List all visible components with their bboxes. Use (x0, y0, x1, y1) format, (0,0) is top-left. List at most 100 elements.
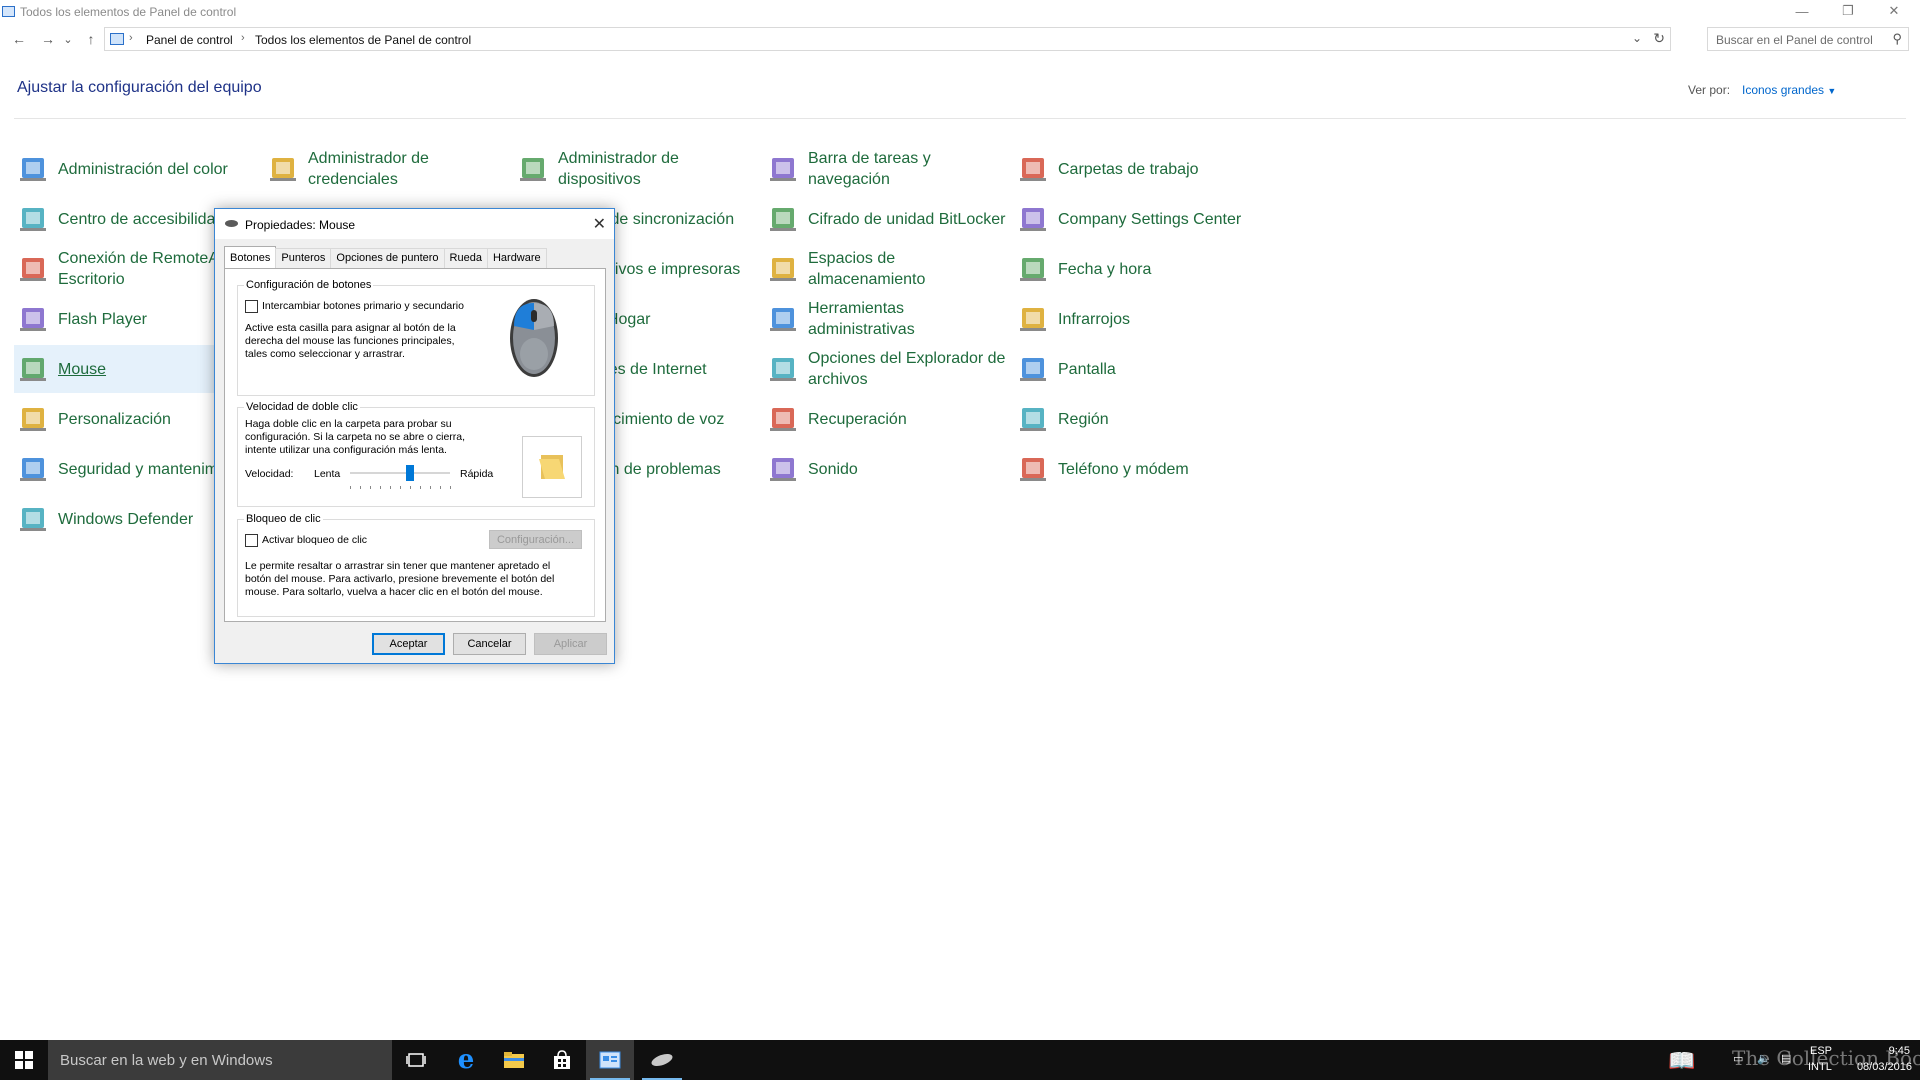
windows-defender-icon[interactable] (18, 503, 50, 535)
view-by-value[interactable]: Iconos grandes (1742, 83, 1824, 97)
credential-manager-icon[interactable] (268, 153, 300, 185)
speed-slider-thumb[interactable] (406, 465, 414, 481)
display-icon[interactable] (1018, 353, 1050, 385)
control-panel-item[interactable]: Pantalla (1014, 345, 1254, 393)
device-manager-icon[interactable] (518, 153, 550, 185)
control-panel-item[interactable]: Recuperación (764, 395, 1004, 443)
click-lock-settings-button[interactable]: Configuración... (489, 530, 582, 549)
breadcrumb-control-panel[interactable]: Panel de control (146, 33, 233, 47)
taskbar-icon[interactable] (768, 153, 800, 185)
folder-icon[interactable] (535, 449, 569, 483)
control-panel-item-label[interactable]: Pantalla (1058, 359, 1258, 380)
tab-pointer-options[interactable]: Opciones de puntero (330, 248, 445, 268)
control-panel-item-label[interactable]: Teléfono y módem (1058, 459, 1258, 480)
clock-date[interactable]: 08/03/2016 (1857, 1061, 1912, 1073)
sound-icon[interactable] (768, 453, 800, 485)
minimize-button[interactable]: — (1780, 0, 1824, 22)
apply-button[interactable]: Aplicar (534, 633, 607, 655)
view-by-dropdown[interactable]: Iconos grandes ▼ (1742, 83, 1836, 97)
control-panel-item-label[interactable]: Sonido (808, 459, 1008, 480)
remoteapp-icon[interactable] (18, 253, 50, 285)
action-center-icon[interactable]: ▭ (1733, 1040, 1757, 1080)
mouse-taskbar-icon[interactable] (638, 1040, 686, 1080)
control-panel-item[interactable]: Región (1014, 395, 1254, 443)
speed-slider-track[interactable] (350, 472, 450, 474)
control-panel-item[interactable]: Sonido (764, 445, 1004, 493)
search-input[interactable]: Buscar en el Panel de control (1716, 33, 1873, 47)
control-panel-item[interactable]: Company Settings Center (1014, 195, 1254, 243)
control-panel-item-label[interactable]: Barra de tareas y navegación (808, 148, 1008, 190)
control-panel-item[interactable]: Administrador de credenciales (264, 145, 504, 193)
control-panel-item-label[interactable]: Company Settings Center (1058, 209, 1258, 230)
control-panel-item[interactable]: Herramientas administrativas (764, 295, 1004, 343)
recent-locations-button[interactable]: ⌄ (61, 28, 75, 50)
personalization-icon[interactable] (18, 403, 50, 435)
control-panel-taskbar-icon[interactable] (586, 1040, 634, 1080)
company-settings-icon[interactable] (1018, 203, 1050, 235)
address-bar[interactable]: › Panel de control › Todos los elementos… (104, 27, 1671, 51)
dialog-close-button[interactable]: ✕ (593, 214, 606, 234)
file-explorer-icon[interactable] (490, 1040, 538, 1080)
tab-wheel[interactable]: Rueda (443, 248, 488, 268)
control-panel-item[interactable]: Administración del color (14, 145, 254, 193)
control-panel-item-label[interactable]: Administrador de credenciales (308, 148, 508, 190)
region-icon[interactable] (1018, 403, 1050, 435)
bitlocker-icon[interactable] (768, 203, 800, 235)
clock[interactable]: 9:45 08/03/2016 (1850, 1040, 1916, 1080)
control-panel-item-label[interactable]: Espacios de almacenamiento (808, 248, 1008, 290)
windows-logo-icon[interactable] (15, 1051, 33, 1069)
search-box[interactable]: Buscar en el Panel de control ⚲ (1707, 27, 1909, 51)
work-folders-icon[interactable] (1018, 153, 1050, 185)
recovery-icon[interactable] (768, 403, 800, 435)
control-panel-item[interactable]: Cifrado de unidad BitLocker (764, 195, 1005, 243)
control-panel-item[interactable]: Administrador de dispositivos (514, 145, 754, 193)
click-lock-label[interactable]: Activar bloqueo de clic (262, 534, 367, 547)
control-panel-item-label[interactable]: Región (1058, 409, 1258, 430)
security-icon[interactable] (18, 453, 50, 485)
control-panel-item[interactable]: Barra de tareas y navegación (764, 145, 1004, 193)
edge-icon[interactable]: e (442, 1040, 490, 1080)
test-folder-area[interactable] (522, 436, 582, 498)
tab-pointers[interactable]: Punteros (275, 248, 332, 268)
infrared-icon[interactable] (1018, 303, 1050, 335)
store-icon[interactable] (538, 1040, 586, 1080)
phone-modem-icon[interactable] (1018, 453, 1050, 485)
control-panel-item-label[interactable]: Carpetas de trabajo (1058, 159, 1258, 180)
control-panel-item-label[interactable]: Infrarrojos (1058, 309, 1258, 330)
admin-tools-icon[interactable] (768, 303, 800, 335)
taskbar-search-input[interactable]: Buscar en la web y en Windows (60, 1052, 273, 1069)
cancel-button[interactable]: Cancelar (453, 633, 526, 655)
swap-buttons-checkbox[interactable] (245, 300, 258, 313)
control-panel-item[interactable]: Carpetas de trabajo (1014, 145, 1254, 193)
tab-hardware[interactable]: Hardware (486, 248, 547, 268)
control-panel-item[interactable]: Opciones del Explorador de archivos (764, 345, 1005, 393)
clock-time[interactable]: 9:45 (1889, 1045, 1910, 1057)
mouse-icon[interactable] (18, 353, 50, 385)
ease-of-access-icon[interactable] (18, 203, 50, 235)
control-panel-item[interactable]: Infrarrojos (1014, 295, 1254, 343)
storage-spaces-icon[interactable] (768, 253, 800, 285)
notifications-icon[interactable]: ▤ (1781, 1040, 1799, 1080)
tab-buttons[interactable]: Botones (224, 246, 277, 268)
color-management-icon[interactable] (18, 153, 50, 185)
restore-button[interactable]: ❐ (1826, 0, 1870, 22)
breadcrumb-all-items[interactable]: Todos los elementos de Panel de control (255, 33, 471, 47)
taskbar-search[interactable]: Buscar en la web y en Windows (48, 1040, 392, 1080)
control-panel-item-label[interactable]: Herramientas administrativas (808, 298, 1008, 340)
ok-button[interactable]: Aceptar (372, 633, 445, 655)
back-button[interactable]: ← (8, 28, 30, 50)
up-button[interactable]: ↑ (80, 28, 102, 50)
task-view-icon[interactable] (392, 1040, 440, 1080)
control-panel-item-label[interactable]: Recuperación (808, 409, 1008, 430)
control-panel-item[interactable]: Fecha y hora (1014, 245, 1254, 293)
control-panel-item-label[interactable]: Administrador de dispositivos (558, 148, 758, 190)
start-button[interactable] (0, 1040, 48, 1080)
control-panel-item[interactable]: Espacios de almacenamiento (764, 245, 1004, 293)
folder-options-icon[interactable] (768, 353, 800, 385)
address-dropdown-icon[interactable]: ⌄ (1632, 31, 1642, 45)
date-time-icon[interactable] (1018, 253, 1050, 285)
refresh-icon[interactable]: ↻ (1653, 30, 1665, 47)
volume-icon[interactable]: 🔈 (1757, 1040, 1775, 1080)
close-button[interactable]: ✕ (1872, 0, 1916, 22)
keyboard-layout[interactable]: INTL (1808, 1061, 1832, 1073)
